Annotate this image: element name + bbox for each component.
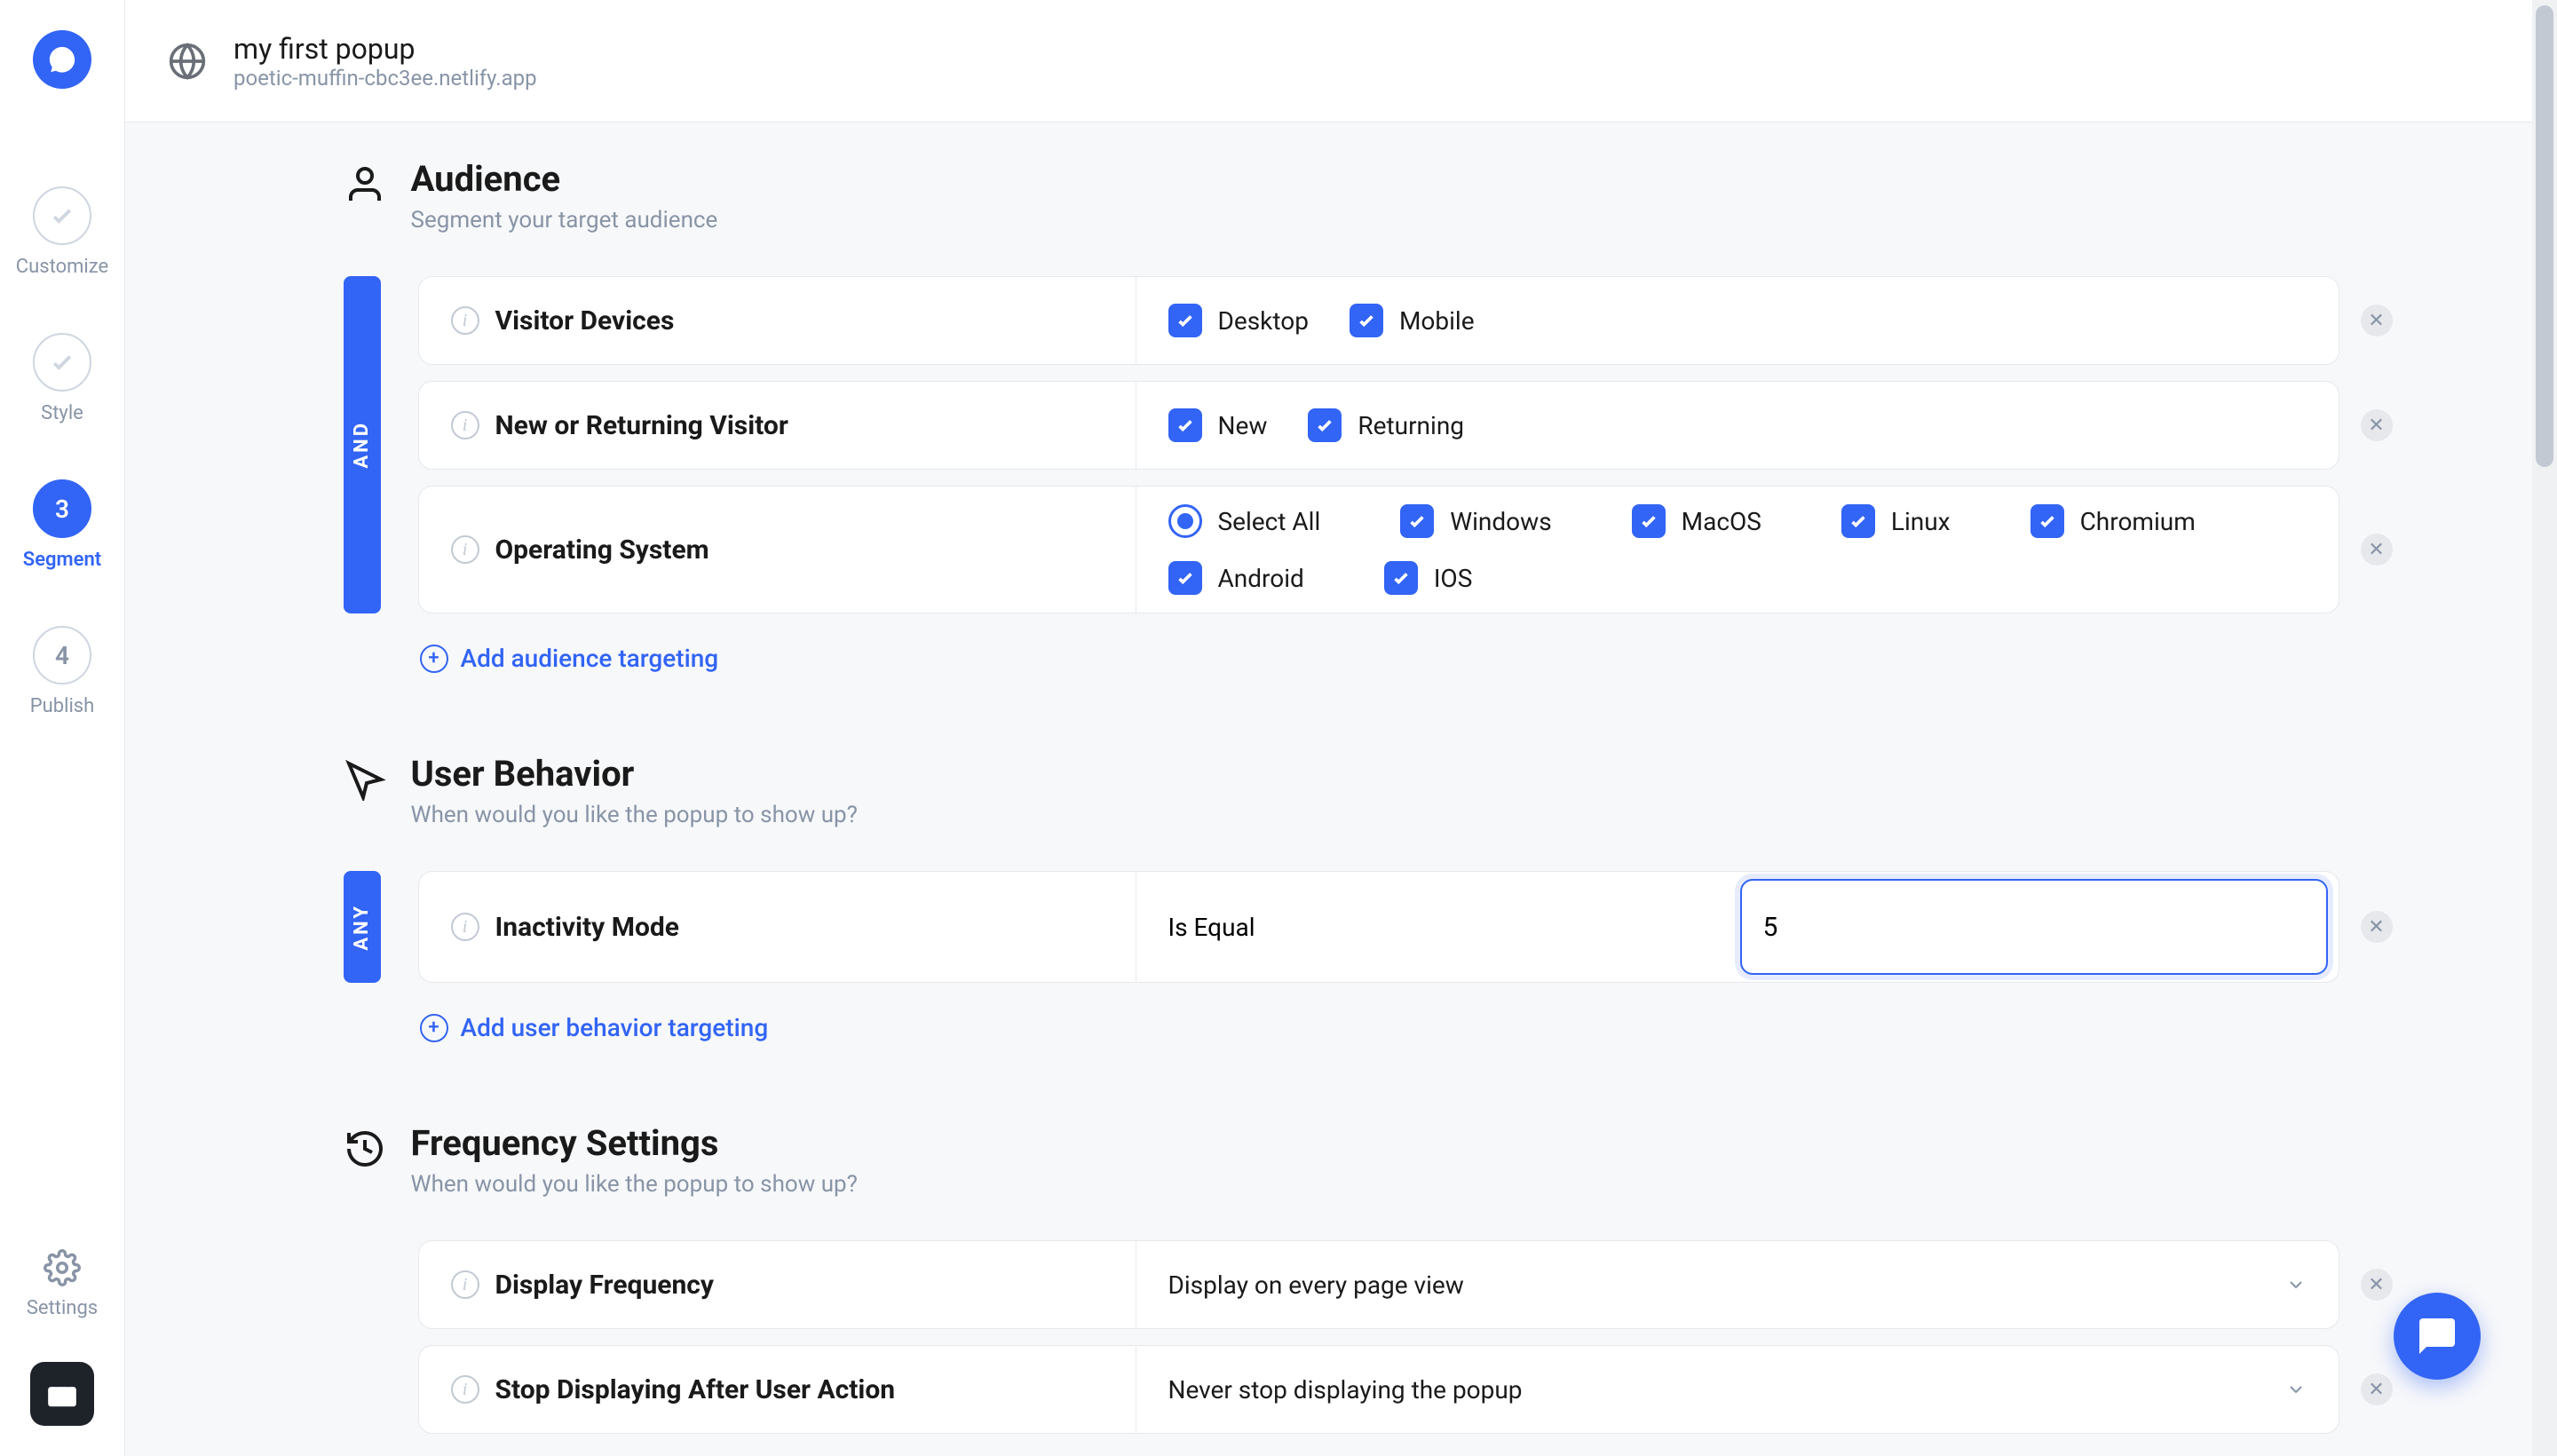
- remove-rule-button[interactable]: ✕: [2361, 1269, 2393, 1301]
- checkbox-ios[interactable]: [1384, 561, 1418, 595]
- condition-text: Is Equal: [1136, 872, 1740, 982]
- info-icon[interactable]: i: [451, 913, 479, 941]
- checkbox-windows[interactable]: [1400, 504, 1434, 538]
- chat-fab[interactable]: [2394, 1293, 2481, 1380]
- scrollbar[interactable]: [2532, 0, 2557, 1456]
- rule-new-returning: i New or Returning Visitor New Returning…: [418, 381, 2339, 470]
- radio-select-all[interactable]: [1168, 504, 1202, 538]
- step-number: 4: [55, 641, 69, 670]
- remove-rule-button[interactable]: ✕: [2361, 409, 2393, 441]
- rule-inactivity-mode: i Inactivity Mode Is Equal: [418, 871, 2339, 983]
- sidebar: Customize Style 3 Segment 4 Publish Sett…: [0, 0, 125, 1456]
- rule-visitor-devices: i Visitor Devices Desktop Mobile ✕: [418, 276, 2339, 365]
- and-rail: AND: [344, 276, 381, 613]
- checkbox-macos[interactable]: [1632, 504, 1666, 538]
- nav-style[interactable]: Style: [33, 333, 91, 424]
- app-logo[interactable]: [33, 30, 91, 89]
- globe-icon: [168, 42, 207, 81]
- stop-displaying-dropdown[interactable]: Never stop displaying the popup: [1136, 1346, 2339, 1433]
- page-subtitle: poetic-muffin-cbc3ee.netlify.app: [234, 66, 537, 91]
- frequency-title: Frequency Settings: [411, 1122, 858, 1164]
- info-icon[interactable]: i: [451, 1375, 479, 1404]
- nav-label: Style: [41, 402, 83, 424]
- checkbox-linux[interactable]: [1841, 504, 1875, 538]
- cursor-icon: [344, 758, 386, 801]
- chat-icon: [2416, 1315, 2458, 1357]
- behavior-title: User Behavior: [411, 753, 858, 795]
- checkbox-returning[interactable]: [1308, 408, 1342, 442]
- rule-operating-system: i Operating System Select All Windows Ma…: [418, 486, 2339, 613]
- inactivity-value-input[interactable]: [1740, 879, 2328, 975]
- settings-label: Settings: [27, 1297, 98, 1319]
- page-title: my first popup: [234, 32, 537, 66]
- info-icon[interactable]: i: [451, 1270, 479, 1299]
- info-icon[interactable]: i: [451, 411, 479, 439]
- history-icon: [344, 1128, 386, 1170]
- nav-segment[interactable]: 3 Segment: [23, 479, 101, 571]
- nav-publish[interactable]: 4 Publish: [30, 626, 95, 717]
- frequency-subtitle: When would you like the popup to show up…: [411, 1171, 858, 1198]
- any-rail: ANY: [344, 871, 381, 983]
- nav-label: Segment: [23, 549, 101, 571]
- step-number: 3: [55, 495, 69, 524]
- audience-title: Audience: [411, 158, 718, 200]
- add-user-behavior-button[interactable]: + Add user behavior targeting: [420, 1013, 2339, 1042]
- info-icon[interactable]: i: [451, 535, 479, 564]
- rule-display-frequency: i Display Frequency Display on every pag…: [418, 1240, 2339, 1329]
- scrollbar-thumb[interactable]: [2536, 5, 2553, 467]
- add-audience-targeting-button[interactable]: + Add audience targeting: [420, 644, 2339, 673]
- checkbox-android[interactable]: [1168, 561, 1202, 595]
- checkbox-desktop[interactable]: [1168, 304, 1202, 337]
- checkbox-new[interactable]: [1168, 408, 1202, 442]
- gear-icon: [44, 1249, 81, 1286]
- chevron-down-icon: [2285, 1274, 2307, 1295]
- plus-icon: +: [420, 645, 448, 673]
- remove-rule-button[interactable]: ✕: [2361, 534, 2393, 566]
- checkbox-chromium[interactable]: [2031, 504, 2064, 538]
- briefcase-button[interactable]: [30, 1362, 94, 1426]
- header: my first popup poetic-muffin-cbc3ee.netl…: [125, 0, 2557, 123]
- remove-rule-button[interactable]: ✕: [2361, 1373, 2393, 1405]
- audience-subtitle: Segment your target audience: [411, 207, 718, 233]
- checkbox-mobile[interactable]: [1350, 304, 1383, 337]
- info-icon[interactable]: i: [451, 306, 479, 335]
- remove-rule-button[interactable]: ✕: [2361, 911, 2393, 943]
- display-frequency-dropdown[interactable]: Display on every page view: [1136, 1241, 2339, 1328]
- remove-rule-button[interactable]: ✕: [2361, 305, 2393, 336]
- briefcase-icon: [45, 1377, 79, 1411]
- chevron-down-icon: [2285, 1379, 2307, 1400]
- nav-label: Publish: [30, 695, 95, 717]
- nav-label: Customize: [16, 256, 108, 278]
- audience-icon: [344, 163, 386, 206]
- nav-customize[interactable]: Customize: [16, 186, 108, 278]
- plus-icon: +: [420, 1014, 448, 1042]
- rule-stop-displaying: i Stop Displaying After User Action Neve…: [418, 1345, 2339, 1434]
- behavior-subtitle: When would you like the popup to show up…: [411, 802, 858, 828]
- settings-button[interactable]: Settings: [27, 1249, 98, 1319]
